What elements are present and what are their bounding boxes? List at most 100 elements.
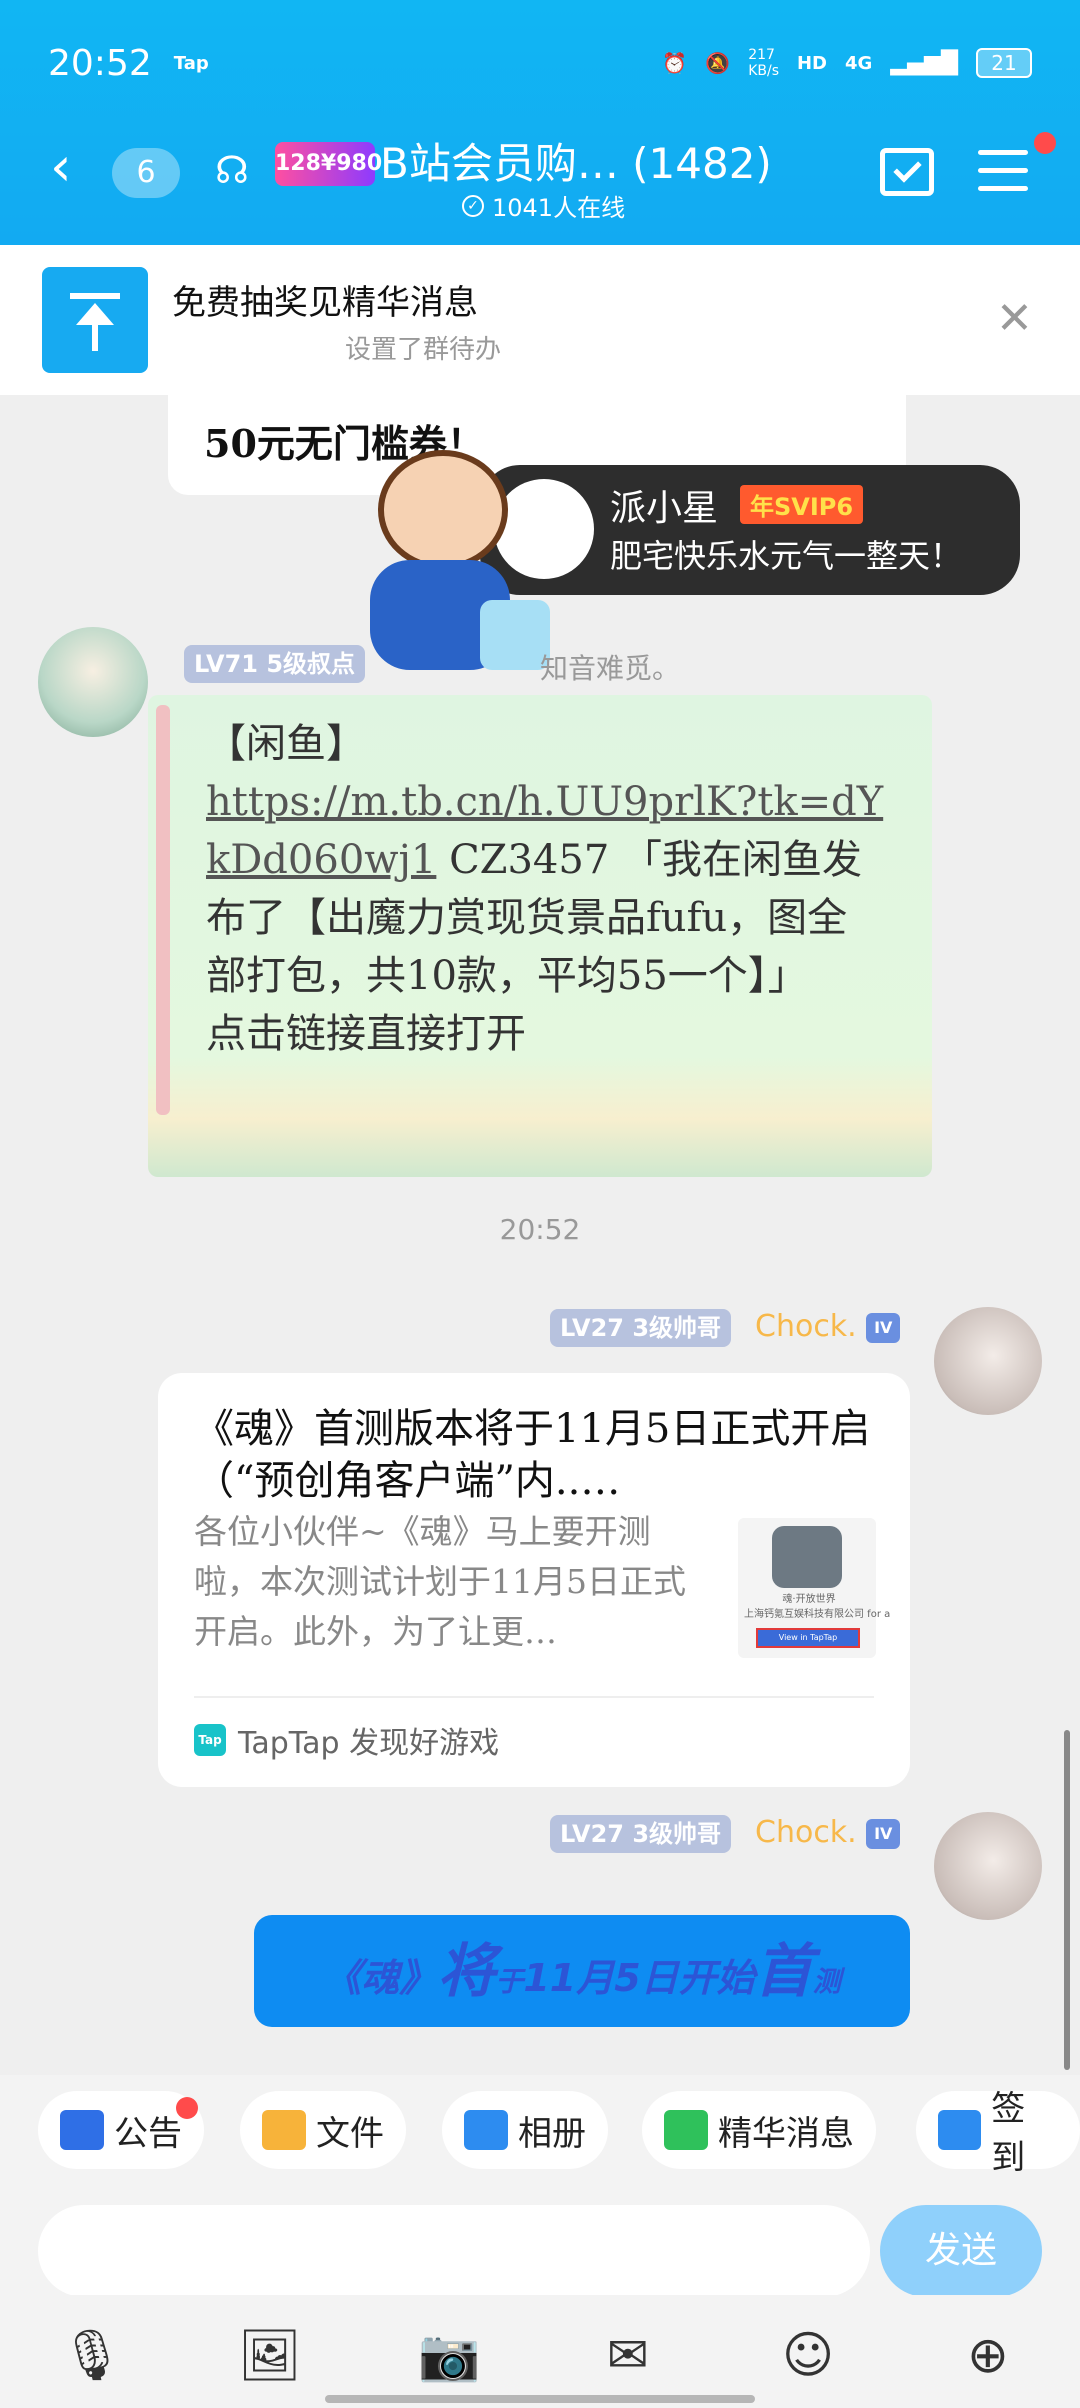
- bottom-action-bar: 🎙 🖼 📷 ✉ ☺ ⊕: [0, 2295, 1080, 2408]
- chip-label: 相册: [518, 2113, 586, 2154]
- home-indicator[interactable]: [325, 2395, 755, 2403]
- message-text-part: 《魂》: [323, 1956, 438, 2000]
- share-title: 《魂》首测版本将于11月5日正式开启（“预创角客户端”内..…: [194, 1406, 871, 1504]
- share-source-label: TapTap 发现好游戏: [238, 1726, 500, 1761]
- online-status: ✓ 1041人在线: [462, 188, 625, 223]
- calendar-check-icon[interactable]: [880, 148, 934, 196]
- mute-icon: 🔕: [705, 51, 731, 75]
- net-speed: 217 KB/s: [748, 47, 779, 79]
- taptap-icon: Tap: [194, 1724, 226, 1756]
- menu-red-dot: [1034, 132, 1056, 154]
- camera-icon[interactable]: 📷: [418, 2325, 480, 2385]
- status-app-label: Tap: [173, 52, 209, 74]
- hd-icon: HD: [796, 52, 827, 74]
- divider: [194, 1696, 874, 1698]
- verified-icon: IV: [866, 1818, 901, 1849]
- announcement-icon: [60, 2110, 104, 2150]
- red-packet-icon[interactable]: ✉: [598, 2325, 658, 2385]
- thumbnail-button: View in TapTap: [756, 1628, 860, 1648]
- avatar[interactable]: [934, 1307, 1042, 1415]
- avatar[interactable]: [38, 627, 148, 737]
- back-icon[interactable]: ‹: [50, 140, 72, 194]
- chip-label: 签到: [991, 2089, 1026, 2178]
- unread-count-badge[interactable]: 6: [112, 148, 180, 198]
- message-timestamp: 20:52: [499, 1213, 581, 1246]
- plus-icon[interactable]: ⊕: [958, 2325, 1018, 2385]
- pinned-title: 免费抽奖见精华消息: [172, 283, 478, 323]
- message-text-part: 于: [495, 1965, 524, 1998]
- files-button[interactable]: 文件: [240, 2091, 406, 2169]
- status-time: 20:52: [48, 42, 152, 84]
- signal-icon: ▂▄▆█: [890, 50, 958, 76]
- sender-name-text: Chock.: [755, 1309, 857, 1344]
- cartoon-sticker: [340, 450, 560, 690]
- nav-row: ‹ 6 ☊ 128¥980 B站会员购… (1482) ✓ 1041人在线: [0, 120, 1080, 222]
- vip-name: 派小星: [610, 488, 719, 529]
- checkin-icon: [938, 2110, 982, 2150]
- chat-list[interactable]: 50元无门槛券！ 派小星 年SVIP6 肥宅快乐水元气一整天！ LV71 5级叔…: [0, 395, 1080, 2075]
- message-text-part: 将: [437, 1937, 496, 2005]
- level-badge: LV27 3级帅哥: [550, 1309, 732, 1347]
- battery-icon: 21: [976, 48, 1032, 78]
- online-count: 1041人在线: [492, 194, 626, 222]
- link-share-card[interactable]: 《魂》首测版本将于11月5日正式开启（“预创角客户端”内..… 各位小伙伴~《魂…: [158, 1373, 910, 1787]
- chat-header: 20:52 Tap ⏰ 🔕 217 KB/s HD 4G ▂▄▆█ 21 ‹ 6…: [0, 0, 1080, 245]
- level-badge: LV27 3级帅哥: [550, 1815, 732, 1853]
- microphone-icon[interactable]: 🎙: [60, 2325, 123, 2385]
- message-text: 【闲鱼】 https://m.tb.cn/h.UU9prlK?tk=dYkDd0…: [206, 715, 886, 1063]
- message-bubble[interactable]: 【闲鱼】 https://m.tb.cn/h.UU9prlK?tk=dYkDd0…: [148, 695, 932, 1177]
- message-text-part: 测: [812, 1965, 841, 1998]
- album-icon: [464, 2110, 508, 2150]
- pinned-subtitle: 设置了群待办: [345, 335, 502, 365]
- earpiece-icon[interactable]: ☊: [215, 148, 249, 192]
- message-bubble[interactable]: 《魂》将于11月5日开始首测: [254, 1915, 910, 2027]
- scrollbar[interactable]: [1064, 1730, 1070, 2070]
- vip-profile-card[interactable]: 派小星 年SVIP6 肥宅快乐水元气一整天！: [480, 465, 1020, 595]
- sender-name: 知音难觅。: [540, 652, 681, 685]
- send-button[interactable]: 发送: [880, 2205, 1042, 2297]
- group-title[interactable]: B站会员购… (1482): [380, 130, 772, 191]
- message-footer: 点击链接直接打开: [206, 1011, 526, 1057]
- chip-label: 精华消息: [718, 2113, 854, 2154]
- decorative-pole: [156, 705, 170, 1115]
- avatar[interactable]: [934, 1812, 1042, 1920]
- close-icon[interactable]: ✕: [996, 293, 1033, 344]
- featured-icon: [664, 2110, 708, 2150]
- svip-badge: 年SVIP6: [740, 485, 864, 524]
- folder-icon: [262, 2110, 306, 2150]
- share-source: Tap TapTap 发现好游戏: [194, 1718, 499, 1762]
- share-description: 各位小伙伴~《魂》马上要开测啦，本次测试计划于11月5日正式开启。此外，为了让更…: [194, 1512, 686, 1651]
- group-toolbar: 公告 文件 相册 精华消息 签到: [0, 2075, 1080, 2185]
- sender-name: Chock. IV: [755, 1309, 901, 1344]
- group-logo: 128¥980: [275, 142, 382, 186]
- sender-name: Chock. IV: [755, 1815, 901, 1850]
- announcement-button[interactable]: 公告: [38, 2091, 204, 2169]
- online-check-icon: ✓: [462, 194, 484, 217]
- pinned-todo-banner[interactable]: 免费抽奖见精华消息 设置了群待办 ✕: [0, 245, 1080, 395]
- pin-top-icon: [42, 267, 148, 373]
- input-row: 发送: [0, 2185, 1080, 2297]
- status-bar: 20:52 Tap ⏰ 🔕 217 KB/s HD 4G ▂▄▆█ 21: [48, 38, 1032, 88]
- image-icon[interactable]: 🖼: [238, 2325, 301, 2385]
- verified-icon: IV: [866, 1312, 901, 1343]
- notification-dot: [176, 2097, 198, 2119]
- message-source: 【闲鱼】: [206, 721, 366, 767]
- sender-name-text: Chock.: [755, 1815, 857, 1850]
- emoji-icon[interactable]: ☺: [778, 2325, 838, 2385]
- status-right: ⏰ 🔕 217 KB/s HD 4G ▂▄▆█ 21: [662, 47, 1032, 79]
- featured-messages-button[interactable]: 精华消息: [642, 2091, 876, 2169]
- message-text-part: 11月5日开始: [523, 1956, 755, 2000]
- message-text-part: 首: [754, 1937, 813, 2005]
- alarm-icon: ⏰: [662, 51, 688, 75]
- checkin-button[interactable]: 签到: [916, 2089, 1080, 2178]
- message-input[interactable]: [38, 2205, 870, 2297]
- album-button[interactable]: 相册: [442, 2091, 608, 2169]
- thumbnail-caption: 魂·开放世界 上海钙氪互娱科技有限公司 for a: [744, 1594, 891, 1620]
- level-badge: LV71 5级叔点: [184, 645, 366, 683]
- share-thumbnail: 魂·开放世界 上海钙氪互娱科技有限公司 for a View in TapTap: [738, 1518, 891, 1658]
- vip-signature: 肥宅快乐水元气一整天！: [610, 537, 963, 575]
- chip-label: 公告: [114, 2113, 182, 2154]
- chip-label: 文件: [316, 2113, 384, 2154]
- menu-icon[interactable]: [978, 150, 1028, 194]
- game-icon: [772, 1526, 842, 1588]
